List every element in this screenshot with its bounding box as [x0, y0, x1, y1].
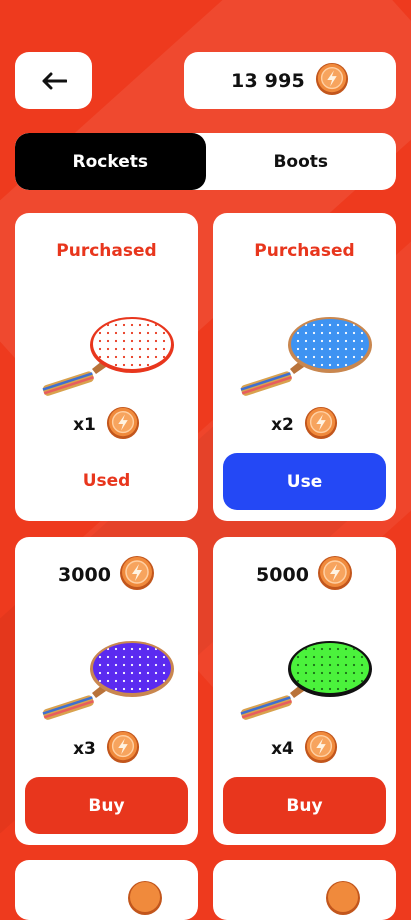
racket-image: [240, 317, 372, 396]
balance-value: 13 995: [231, 69, 305, 92]
coin-icon: [106, 730, 140, 768]
arrow-left-icon: [42, 72, 67, 89]
tab-boots[interactable]: Boots: [206, 133, 397, 190]
buy-button[interactable]: Buy: [223, 777, 386, 834]
purchased-label: Purchased: [56, 241, 157, 261]
price-label: 5000: [256, 564, 309, 586]
coin-icon: [317, 555, 353, 595]
category-tabs: Rockets Boots: [15, 133, 396, 190]
coin-balance: 13 995: [184, 52, 396, 109]
purchased-label: Purchased: [254, 241, 355, 261]
racket-card: Purchased x1 Used: [15, 213, 198, 521]
coin-icon: [106, 406, 140, 444]
racket-card: 5000 x4 Buy: [213, 537, 396, 845]
price-label: 3000: [58, 564, 111, 586]
buy-button[interactable]: Buy: [25, 777, 188, 834]
racket-image: [240, 641, 372, 720]
tab-rockets[interactable]: Rockets: [15, 133, 206, 190]
multiplier-label: x2: [271, 415, 294, 435]
coin-icon: [127, 880, 163, 920]
racket-card: [15, 860, 198, 920]
multiplier-label: x4: [271, 739, 294, 759]
back-button[interactable]: [15, 52, 92, 109]
used-status: Used: [82, 471, 131, 491]
coin-icon: [304, 730, 338, 768]
coin-icon: [315, 62, 349, 100]
racket-card: [213, 860, 396, 920]
coin-icon: [325, 880, 361, 920]
racket-card: Purchased x2 Use: [213, 213, 396, 521]
coin-icon: [119, 555, 155, 595]
racket-image: [42, 641, 174, 720]
multiplier-label: x1: [73, 415, 96, 435]
coin-icon: [304, 406, 338, 444]
use-button[interactable]: Use: [223, 453, 386, 510]
multiplier-label: x3: [73, 739, 96, 759]
racket-card: 3000 x3 Buy: [15, 537, 198, 845]
racket-image: [42, 317, 174, 396]
